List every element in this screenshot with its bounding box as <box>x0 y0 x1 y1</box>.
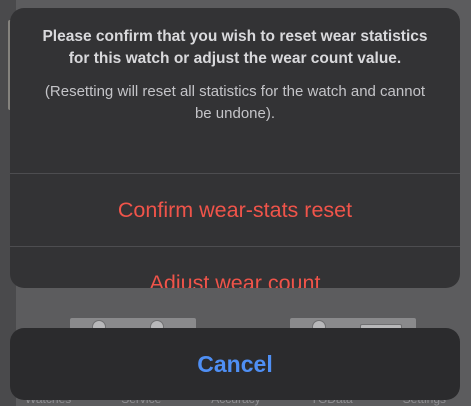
action-sheet: Please confirm that you wish to reset we… <box>10 8 460 288</box>
action-sheet-header: Please confirm that you wish to reset we… <box>10 8 460 173</box>
cancel-button[interactable]: Cancel <box>10 328 460 400</box>
confirm-reset-button[interactable]: Confirm wear-stats reset <box>10 174 460 246</box>
dialog-note: (Resetting will reset all statistics for… <box>44 83 426 122</box>
dialog-message: Please confirm that you wish to reset we… <box>42 28 428 67</box>
adjust-wear-count-button[interactable]: Adjust wear count <box>10 247 460 289</box>
